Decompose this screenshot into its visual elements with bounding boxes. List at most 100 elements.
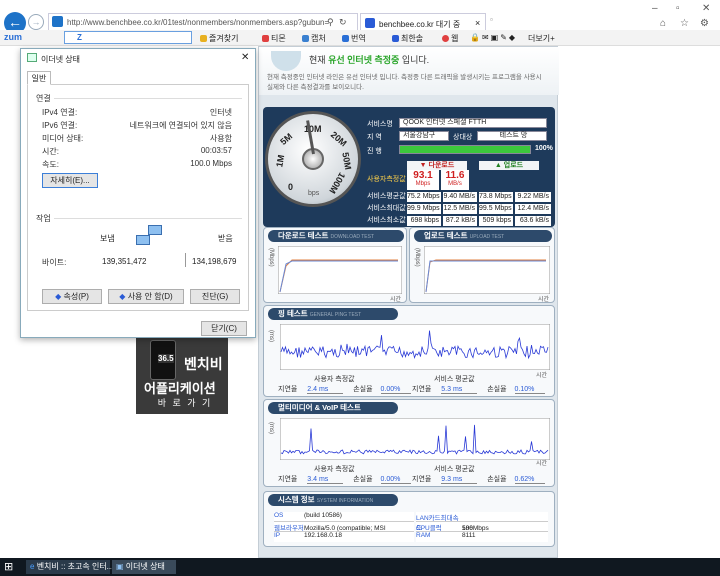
sys-row: LAN카드최대속도100Mbps <box>416 512 548 532</box>
target-label: 상대상 <box>453 134 473 141</box>
toolbar-web[interactable]: 웹 <box>442 33 458 44</box>
dl-mbs-box: 11.6 MB/s <box>441 170 469 190</box>
dl-mbps-unit: Mbps <box>415 181 431 187</box>
benchbee-app-banner[interactable]: 36.5 벤치비 어플리케이션 바 로 가 기 <box>136 338 228 414</box>
shield-icon: ◆ <box>119 292 126 301</box>
toolbar-favorites[interactable]: 즐겨찾기 <box>200 33 238 44</box>
tab-close-icon[interactable]: × <box>475 18 480 28</box>
dialog-title: 이더넷 상태 <box>41 55 81 64</box>
dl-mbps-box: 93.1 Mbps <box>407 170 439 190</box>
progress-label: 진 행 <box>367 148 382 155</box>
refresh-icon[interactable]: ↻ <box>339 17 347 28</box>
upload-test-title: 업로드 테스트 UPLOAD TEST <box>414 230 552 242</box>
toolbar-tmon[interactable]: 티몬 <box>262 33 286 44</box>
taskbar-browser[interactable]: e 벤치비 :: 초고속 인터... <box>26 560 113 574</box>
home-icon[interactable]: ⌂ <box>660 18 666 29</box>
page-icon <box>52 16 63 27</box>
duration-label: 시간: <box>42 147 59 156</box>
gauge-tick-label: 5M <box>278 131 295 147</box>
new-tab-button[interactable]: ▫ <box>490 15 493 24</box>
dialog-panel: 연결 IPv4 연결: 인터넷 IPv6 연결: 네트워크에 연결되어 있지 않… <box>27 84 249 311</box>
voip-test-title: 멀티미디어 & VoIP 테스트 <box>268 402 398 414</box>
download-test-panel: 다운로드 테스트 DOWNLOAD TEST (Mbps) 시간 <box>263 227 407 303</box>
toolbar-extension-icons[interactable]: 🔒✉▣✎◆ <box>470 33 517 42</box>
capture-icon <box>302 35 309 42</box>
user-measure-label: 사용자 측정값 <box>314 466 355 473</box>
stat-cell: 9.22 MB/s <box>515 192 551 202</box>
upload-header: ▲ 업로드 <box>479 161 539 170</box>
tab-general[interactable]: 일반 <box>27 71 51 85</box>
stat-label-min: 서비스최소값 <box>367 217 406 224</box>
sent-label: 보냄 <box>100 234 115 243</box>
search-icon[interactable]: ⚲ <box>327 17 334 28</box>
maximize-icon[interactable]: ▫ <box>676 3 680 14</box>
banner-subtitle: 어플리케이션 <box>144 381 216 396</box>
benchbee-test-page: 현재 유선 인터넷 측정중 입니다. 현재 측정중인 인터넷 라인은 유선 인터… <box>258 46 559 558</box>
dialog-close-icon[interactable]: ✕ <box>241 52 249 63</box>
stat-cell: 12.4 MB/s <box>515 204 551 214</box>
ping-user-stats: 지연율 2.4 ms 손실율 0.00% <box>278 384 411 394</box>
close-window-icon[interactable]: ✕ <box>702 3 710 14</box>
start-windows-icon[interactable]: ⊞ <box>4 561 16 573</box>
network-icon <box>27 53 37 62</box>
ipv6-label: IPv6 연결: <box>42 121 78 130</box>
user-measure-label: 사용자 측정값 <box>314 376 355 383</box>
page-desc-2: 실제와 다른 측정결과를 보이오니다. <box>267 84 364 91</box>
toolbar-search-input[interactable]: Z <box>64 31 192 44</box>
ping-graph <box>280 324 550 370</box>
stat-cell: 99.9 Mbps <box>407 204 441 214</box>
y-axis-label: (ms) <box>268 422 274 434</box>
gauge-tick-label: 20M <box>328 129 349 149</box>
voip-graph <box>280 418 550 460</box>
speed-label: 속도: <box>42 160 59 169</box>
ping-test-panel: 핑 테스트 GENERAL PING TEST (ms) 시간 사용자 측정값 … <box>263 305 555 397</box>
system-info-panel: 시스템 정보 SYSTEM INFORMATION OS (build 10586… <box>263 491 555 547</box>
properties-button[interactable]: ◆ 속성(P) <box>42 289 102 304</box>
service-avg-label: 서비스 평균값 <box>434 376 475 383</box>
url-text: http://www.benchbee.co.kr/01test/nonmemb… <box>67 18 330 27</box>
sys-row: RAM 8111 <box>416 532 548 542</box>
star-icon <box>200 35 207 42</box>
address-bar[interactable]: http://www.benchbee.co.kr/01test/nonmemb… <box>48 13 358 31</box>
stat-cell: 63.6 kB/s <box>515 216 551 226</box>
section-connection: 연결 <box>36 94 51 103</box>
disable-button[interactable]: ◆ 사용 안 함(D) <box>108 289 184 304</box>
tab-title: benchbee.co.kr 대기 중 <box>379 20 461 29</box>
favorites-star-icon[interactable]: ☆ <box>680 18 689 29</box>
toolbar-translate[interactable]: 번역 <box>342 33 366 44</box>
forward-button[interactable]: → <box>28 14 44 30</box>
y-axis-label: (ms) <box>268 330 274 342</box>
diagnose-button[interactable]: 진단(G) <box>190 289 240 304</box>
sys-row: OS (build 10586) <box>274 512 414 522</box>
banner-speed: 36.5 <box>158 354 174 363</box>
stat-label-max: 서비스최대값 <box>367 205 406 212</box>
toolbar-capture[interactable]: 캡처 <box>302 33 326 44</box>
progress-percent: 100% <box>535 145 553 152</box>
gauge-tick-label: 0 <box>288 182 294 192</box>
toolbar-more[interactable]: 더보기+ <box>528 33 555 44</box>
bytes-label: 바이트: <box>42 258 67 267</box>
received-label: 받음 <box>218 234 233 243</box>
toolbar-user[interactable]: 최한솔 <box>392 33 423 44</box>
close-button[interactable]: 닫기(C) <box>201 321 247 336</box>
shield-icon: ◆ <box>55 292 62 301</box>
media-state-label: 미디어 상태: <box>42 134 84 143</box>
bytes-sent: 139,351,472 <box>102 257 147 266</box>
provider-value: QOOK 인터넷 스페셜 FTTH <box>399 118 547 128</box>
duration-value: 00:03:57 <box>200 146 232 155</box>
x-axis-label: 시간 <box>536 373 548 379</box>
translate-icon <box>342 35 349 42</box>
banner-title: 벤치비 <box>184 356 223 372</box>
region-label: 지 역 <box>367 134 382 141</box>
taskbar-ethernet[interactable]: ▣ 이더넷 상태 <box>112 560 176 574</box>
tab-favicon <box>365 18 375 28</box>
browser-toolbar: zum Z 즐겨찾기 티몬 캡처 번역 최한솔 웹 🔒✉▣✎◆ 더보기+ <box>0 30 720 46</box>
settings-gear-icon[interactable]: ⚙ <box>700 18 709 29</box>
ping-test-title: 핑 테스트 GENERAL PING TEST <box>268 308 398 320</box>
dialog-titlebar: 이더넷 상태 ✕ <box>21 49 255 67</box>
stat-label-avg: 서비스평균값 <box>367 193 406 200</box>
voip-user-stats: 지연율 3.4 ms 손실율 0.00% <box>278 474 411 484</box>
minimize-icon[interactable]: – <box>652 3 658 14</box>
details-button[interactable]: 자세히(E)... <box>42 173 98 188</box>
user-icon <box>392 35 399 42</box>
